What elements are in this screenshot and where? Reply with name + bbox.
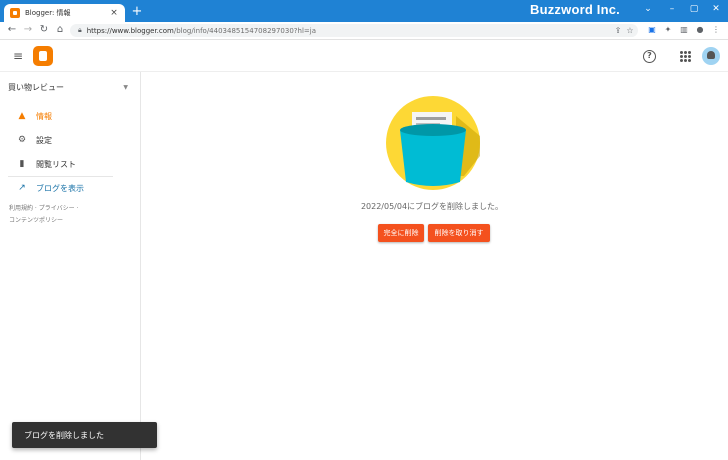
lock-icon: 🔒︎ [78, 26, 82, 34]
snackbar-text: ブログを削除しました [24, 430, 104, 440]
deleted-message: 2022/05/04にブログを削除しました。 [360, 202, 504, 211]
reload-icon[interactable]: ↻ [38, 24, 50, 36]
footer-terms-privacy-link[interactable]: 利用規約 · プライバシー · [9, 203, 129, 215]
sidebar-item-reading-list[interactable]: ▮ 閲覧リスト [16, 157, 76, 171]
url-text: https://www.blogger.com/blog/info/440348… [86, 26, 316, 35]
delete-forever-button[interactable]: 完全に削除 [378, 224, 424, 242]
sidebar-item-info[interactable]: ▲ 情報 [16, 109, 52, 123]
apps-grid-icon[interactable] [680, 51, 691, 62]
gear-icon: ⚙ [17, 135, 27, 145]
address-bar[interactable]: 🔒︎ https://www.blogger.com/blog/info/440… [70, 24, 638, 37]
footer-content-policy-link[interactable]: コンテンツポリシー [9, 215, 129, 227]
bookmark-icon: ▮ [19, 159, 25, 169]
browser-titlebar: Blogger: 情報 × + Buzzword Inc. ⌄ – ▢ ✕ [0, 0, 728, 22]
brand-label: Buzzword Inc. [530, 2, 620, 17]
view-blog-label: ブログを表示 [36, 183, 84, 193]
snackbar: ブログを削除しました [12, 422, 157, 448]
sidebar-item-label: 情報 [36, 111, 52, 121]
browser-tab[interactable]: Blogger: 情報 × [4, 4, 125, 22]
app-header: ≡ ? [0, 41, 728, 72]
menu-icon[interactable]: ≡ [12, 50, 24, 62]
window-close-icon[interactable]: ✕ [704, 2, 728, 16]
puzzle-icon[interactable]: ✦ [662, 24, 674, 36]
tab-search-icon[interactable]: ⌄ [636, 2, 660, 16]
sidebar-item-label: 設定 [36, 135, 52, 145]
share-icon[interactable]: ⇪ [612, 24, 624, 37]
footer-links: 利用規約 · プライバシー · コンテンツポリシー [9, 203, 129, 227]
deleted-blog-illustration [386, 96, 480, 190]
tab-close-icon[interactable]: × [109, 8, 119, 18]
back-icon[interactable]: ← [6, 24, 18, 36]
blog-name: 買い物レビュー [8, 83, 64, 92]
sidebar: 買い物レビュー ▼ ▲ 情報 ⚙ 設定 ▮ 閲覧リスト ↗ ブログを表示 利用規… [0, 72, 141, 460]
help-icon[interactable]: ? [643, 50, 656, 63]
sidebar-item-label: 閲覧リスト [36, 159, 76, 169]
sidebar-divider [8, 176, 113, 177]
blogger-logo[interactable] [33, 46, 53, 66]
minimize-icon[interactable]: – [660, 2, 684, 16]
view-blog-link[interactable]: ↗ ブログを表示 [16, 181, 84, 195]
sidebar-item-settings[interactable]: ⚙ 設定 [16, 133, 52, 147]
profile-icon[interactable]: ● [694, 24, 706, 36]
home-icon[interactable]: ⌂ [54, 24, 66, 36]
browser-toolbar: ← → ↻ ⌂ 🔒︎ https://www.blogger.com/blog/… [0, 22, 728, 40]
extension-icon[interactable]: ▣ [646, 24, 658, 36]
external-link-icon: ↗ [18, 183, 26, 193]
kebab-menu-icon[interactable]: ⋮ [710, 24, 722, 36]
warning-icon: ▲ [18, 111, 26, 121]
blog-selector[interactable]: 買い物レビュー ▼ [8, 82, 128, 93]
maximize-icon[interactable]: ▢ [682, 2, 706, 16]
avatar[interactable] [702, 47, 720, 65]
new-tab-button[interactable]: + [130, 5, 144, 19]
bookmark-star-icon[interactable]: ☆ [624, 24, 636, 37]
sidepanel-icon[interactable]: ▥ [678, 24, 690, 36]
tab-title: Blogger: 情報 [25, 9, 71, 17]
chevron-down-icon: ▼ [123, 84, 128, 91]
blogger-favicon-icon [10, 8, 20, 18]
forward-icon[interactable]: → [22, 24, 34, 36]
undo-delete-button[interactable]: 削除を取り消す [428, 224, 490, 242]
